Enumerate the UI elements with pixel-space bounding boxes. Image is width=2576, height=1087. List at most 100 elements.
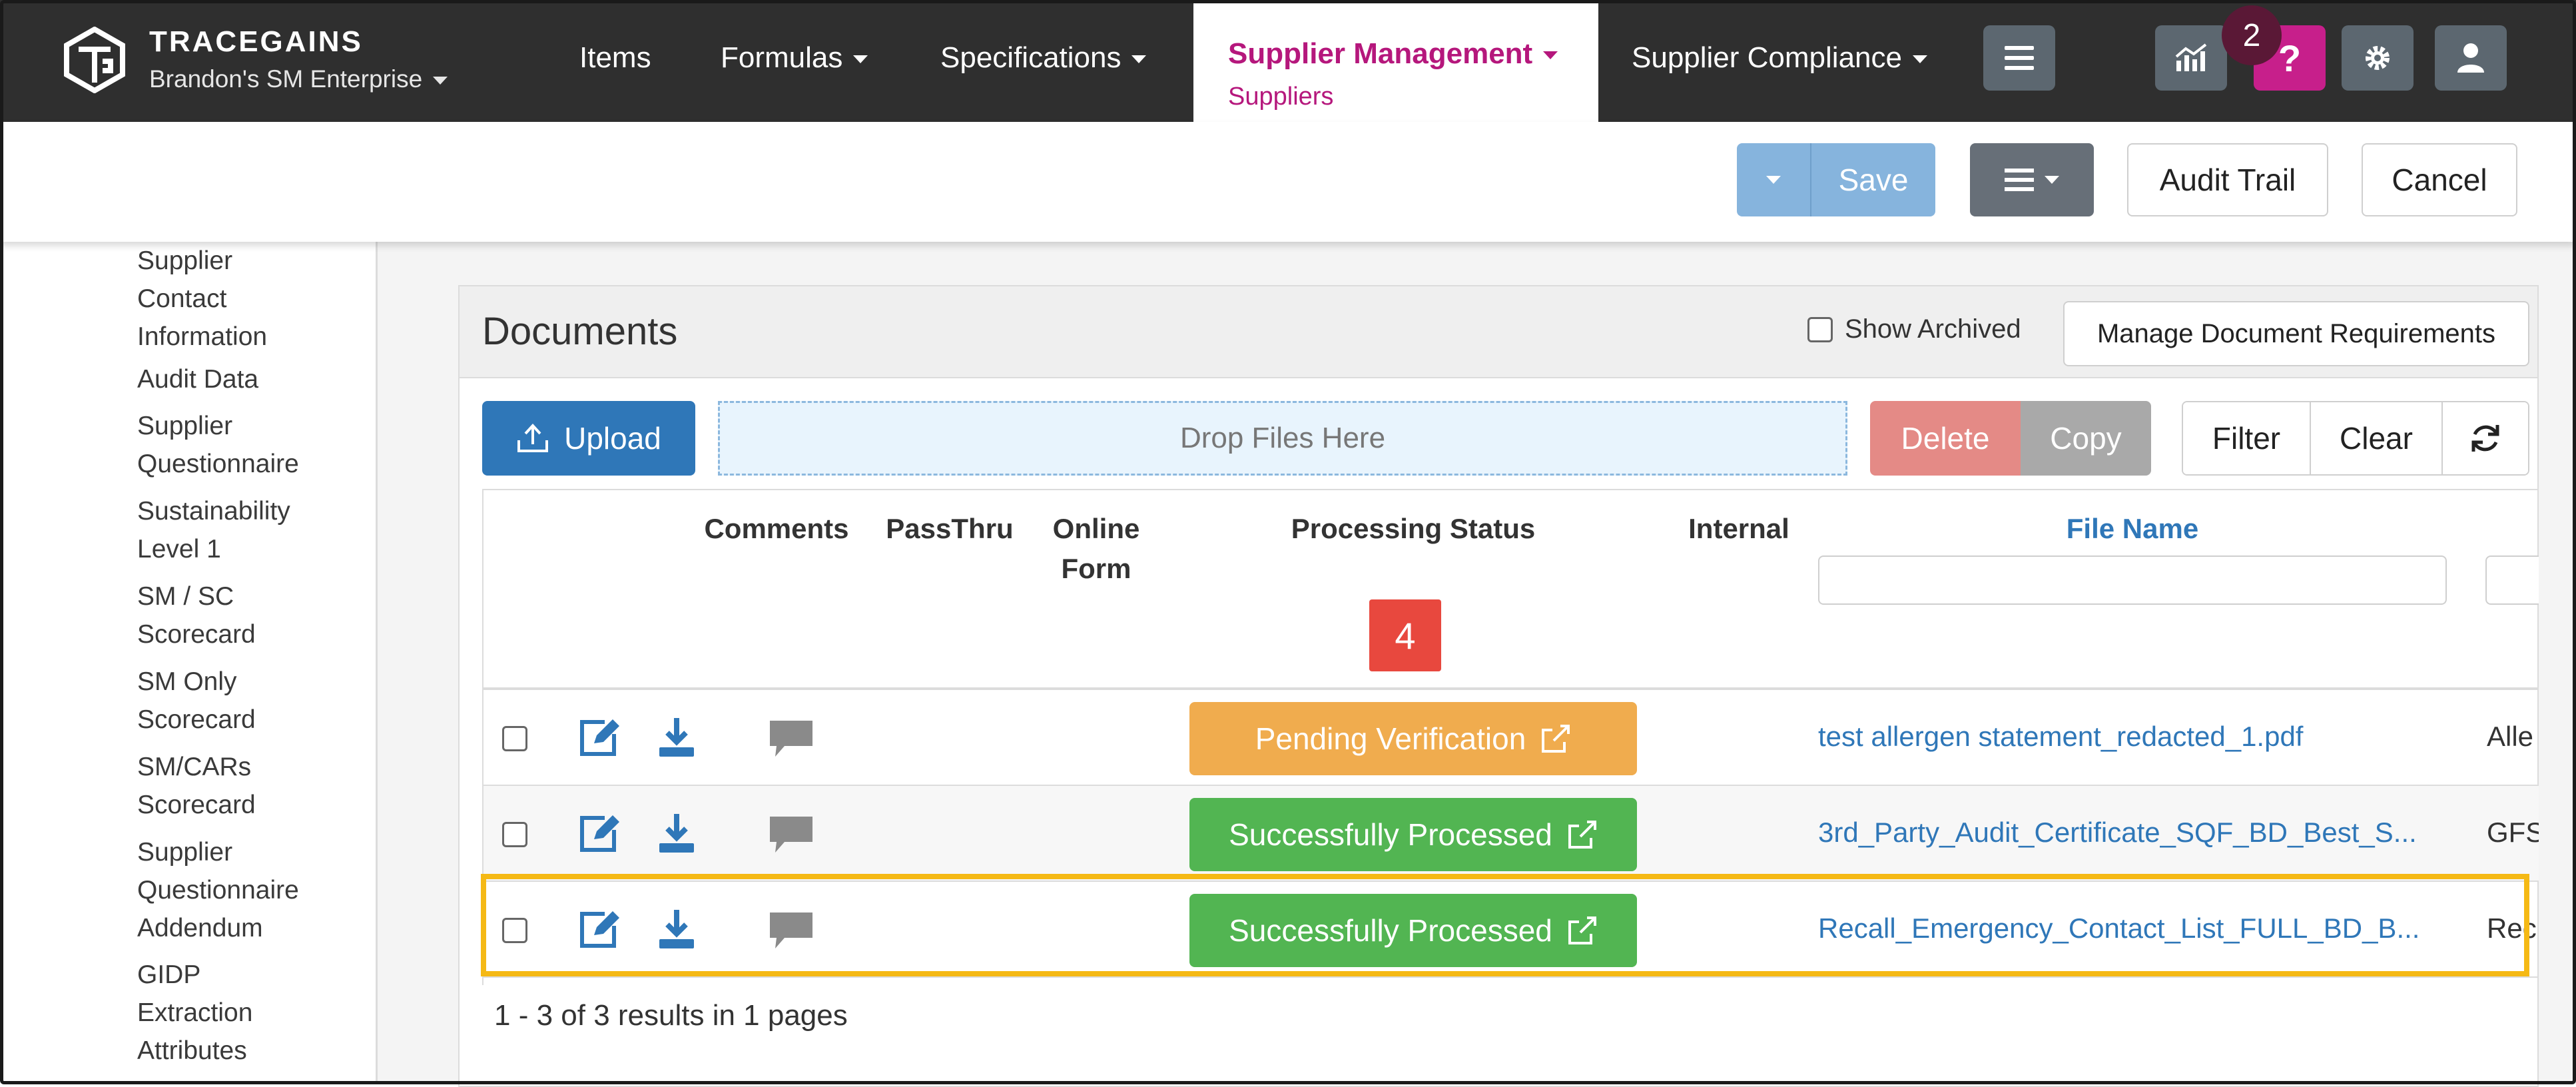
sidebar-item-supplier-contact-information[interactable]: Supplier Contact Information	[137, 242, 267, 356]
nav-formulas-label: Formulas	[721, 41, 843, 74]
gear-icon	[2366, 46, 2390, 70]
audit-trail-button[interactable]: Audit Trail	[2127, 143, 2328, 216]
menu-icon	[2005, 46, 2034, 70]
nav-items[interactable]: Items	[579, 41, 651, 75]
column-header-internal[interactable]: Internal	[1662, 509, 1815, 549]
clear-button[interactable]: Clear	[2311, 402, 2443, 474]
row-select-checkbox[interactable]	[502, 822, 527, 847]
file-name-link[interactable]: 3rd_Party_Audit_Certificate_SQF_BD_Best_…	[1818, 817, 2437, 849]
user-icon	[2457, 43, 2484, 73]
cancel-button[interactable]: Cancel	[2362, 143, 2517, 216]
pagination-summary: 1 - 3 of 3 results in 1 pages	[494, 999, 848, 1032]
nav-specifications-label: Specifications	[940, 41, 1122, 74]
delete-button[interactable]: Delete	[1870, 401, 2021, 476]
user-button[interactable]	[2435, 25, 2507, 91]
record-toolbar: Save Audit Trail Cancel	[0, 122, 2576, 242]
column-header-passthru[interactable]: PassThru	[870, 509, 1030, 549]
external-link-icon	[1568, 821, 1596, 849]
copy-button[interactable]: Copy	[2021, 401, 2151, 476]
sidebar-nav: Supplier Contact Information Audit Data …	[0, 242, 378, 1084]
processing-status-count-badge: 4	[1369, 599, 1441, 671]
upload-label: Upload	[564, 421, 661, 456]
sidebar-item-supplier-questionnaire[interactable]: Supplier Questionnaire	[137, 407, 299, 483]
processing-status-button[interactable]: Successfully Processed	[1189, 894, 1637, 967]
external-link-icon	[1542, 725, 1570, 753]
edit-icon[interactable]	[578, 813, 622, 854]
next-column-value: Rec	[2487, 912, 2537, 944]
enterprise-name: Brandon's SM Enterprise	[149, 65, 423, 93]
nav-supplier-compliance-label: Supplier Compliance	[1632, 41, 1902, 74]
next-column-value: GFS	[2487, 817, 2539, 848]
nav-supplier-management[interactable]: Supplier Management Suppliers	[1193, 3, 1598, 125]
download-icon[interactable]	[658, 907, 695, 950]
filter-button-group: Filter Clear	[2182, 401, 2529, 476]
menu-button[interactable]	[1983, 25, 2055, 91]
sidebar-item-sm-only-scorecard[interactable]: SM Only Scorecard	[137, 663, 256, 739]
table-row[interactable]: Pending Verification test allergen state…	[483, 690, 2539, 786]
enterprise-selector[interactable]: Brandon's SM Enterprise	[149, 65, 448, 93]
chevron-down-icon	[2045, 176, 2059, 184]
comment-icon[interactable]	[769, 911, 814, 950]
table-row[interactable]: Successfully Processed 3rd_Party_Audit_C…	[483, 786, 2539, 882]
nav-specifications[interactable]: Specifications	[940, 41, 1147, 75]
save-button[interactable]: Save	[1811, 143, 1935, 216]
column-header-comments[interactable]: Comments	[683, 509, 870, 549]
table-row[interactable]: Successfully Processed Recall_Emergency_…	[483, 882, 2539, 978]
sidebar-item-audit-data[interactable]: Audit Data	[137, 360, 258, 398]
sidebar-item-supplier-questionnaire-addendum[interactable]: Supplier Questionnaire Addendum	[137, 833, 299, 947]
list-icon	[2005, 169, 2034, 191]
show-archived-checkbox[interactable]	[1807, 316, 1833, 342]
row-select-checkbox[interactable]	[502, 726, 527, 751]
nav-supplier-compliance[interactable]: Supplier Compliance	[1632, 41, 1927, 75]
comment-icon[interactable]	[769, 815, 814, 854]
download-icon[interactable]	[658, 811, 695, 854]
sidebar-item-sm-sc-scorecard[interactable]: SM / SC Scorecard	[137, 577, 256, 653]
filter-button[interactable]: Filter	[2183, 402, 2311, 474]
show-archived-label: Show Archived	[1845, 314, 2021, 344]
sidebar-item-sustainability-level-1[interactable]: Sustainability Level 1	[137, 492, 290, 568]
edit-icon[interactable]	[578, 717, 622, 758]
row-select-checkbox[interactable]	[502, 918, 527, 943]
refresh-button[interactable]	[2443, 402, 2528, 474]
nav-supplier-management-label: Supplier Management	[1228, 37, 1533, 70]
sidebar-item-sm-cars-scorecard[interactable]: SM/CARs Scorecard	[137, 748, 256, 824]
upload-button[interactable]: Upload	[482, 401, 695, 476]
analytics-icon	[2175, 43, 2207, 71]
show-archived-toggle[interactable]: Show Archived	[1807, 314, 2021, 344]
nav-suppliers-sublabel: Suppliers	[1228, 83, 1334, 111]
documents-panel-header: Documents Show Archived Manage Document …	[460, 286, 2537, 378]
column-header-processing-status[interactable]: Processing Status	[1189, 509, 1637, 549]
tracegains-logo-icon[interactable]	[64, 27, 125, 93]
brand-name[interactable]: TRACEGAINS	[149, 25, 363, 59]
chevron-down-icon	[1131, 55, 1147, 64]
column-header-online-form[interactable]: Online Form	[1030, 509, 1163, 589]
notification-badge[interactable]: 2	[2222, 5, 2282, 65]
comment-icon[interactable]	[769, 719, 814, 758]
manage-document-requirements-button[interactable]: Manage Document Requirements	[2063, 301, 2529, 366]
save-options-dropdown[interactable]	[1737, 143, 1811, 216]
next-column-filter-input[interactable]	[2485, 555, 2539, 605]
file-name-link[interactable]: Recall_Emergency_Contact_List_FULL_BD_B.…	[1818, 912, 2437, 944]
external-link-icon	[1568, 916, 1596, 944]
save-button-group: Save	[1737, 143, 1935, 216]
documents-grid: Comments PassThru Online Form Processing…	[482, 489, 2539, 985]
file-name-link[interactable]: test allergen statement_redacted_1.pdf	[1818, 721, 2437, 753]
processing-status-button[interactable]: Successfully Processed	[1189, 798, 1637, 871]
upload-icon	[517, 424, 549, 452]
download-icon[interactable]	[658, 715, 695, 758]
analytics-button[interactable]	[2155, 25, 2227, 91]
chevron-down-icon	[1913, 55, 1927, 64]
actions-menu-button[interactable]	[1970, 143, 2094, 216]
column-header-file-name[interactable]: File Name	[1818, 509, 2447, 549]
settings-button[interactable]	[2342, 25, 2414, 91]
file-name-filter-input[interactable]	[1818, 555, 2447, 605]
processing-status-button[interactable]: Pending Verification	[1189, 702, 1637, 775]
sidebar-item-gidp-extraction-attributes[interactable]: GIDP Extraction Attributes	[137, 956, 252, 1070]
chevron-down-icon	[1766, 176, 1781, 184]
nav-supplier-management-title: Supplier Management	[1228, 37, 1558, 71]
documents-panel: Documents Show Archived Manage Document …	[458, 285, 2539, 1087]
file-drop-zone[interactable]: Drop Files Here	[718, 401, 1847, 476]
edit-icon[interactable]	[578, 908, 622, 950]
nav-formulas[interactable]: Formulas	[721, 41, 868, 75]
status-label: Pending Verification	[1255, 721, 1526, 756]
